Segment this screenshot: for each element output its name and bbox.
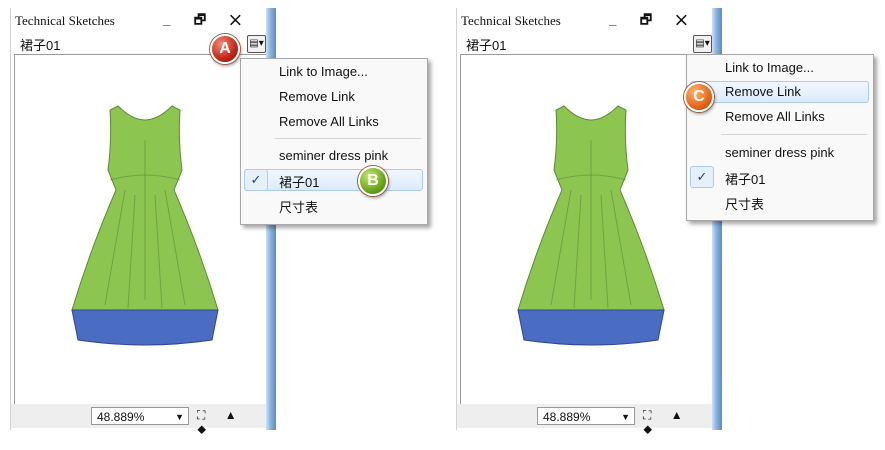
checkmark-icon: ✓ bbox=[244, 169, 268, 191]
chevron-down-icon: ▼ bbox=[621, 412, 630, 422]
panel-frame: Technical Sketches _ 🗗 ✕ 裙子01 ▤▾ 48.889%… bbox=[456, 8, 714, 437]
panel-dropdown-menu: Link to Image... Remove Link Remove All … bbox=[240, 58, 428, 225]
zoom-value: 48.889% bbox=[543, 410, 591, 424]
panel-dropdown-menu: Link to Image... Remove Link Remove All … bbox=[686, 54, 874, 221]
current-image-name: 裙子01 bbox=[466, 38, 507, 53]
zoom-select[interactable]: 48.889% ▼ bbox=[91, 407, 189, 425]
panel-frame: Technical Sketches _ 🗗 ✕ 裙子01 ▤▾ 48.889%… bbox=[10, 8, 268, 437]
view-tool-icons[interactable]: ⛶ ▲ ◆ bbox=[197, 408, 267, 438]
panel-menu-button[interactable]: ▤▾ bbox=[247, 35, 266, 53]
menu-item-seminer-dress-pink[interactable]: seminer dress pink bbox=[279, 148, 388, 163]
menu-highlight bbox=[244, 169, 423, 191]
callout-badge-a: A bbox=[210, 34, 240, 64]
menu-separator bbox=[721, 134, 867, 135]
chevron-down-icon: ▼ bbox=[175, 412, 184, 422]
menu-item-seminer-dress-pink[interactable]: seminer dress pink bbox=[725, 145, 834, 160]
current-image-name: 裙子01 bbox=[20, 38, 61, 53]
view-tool-icons[interactable]: ⛶ ▲ ◆ bbox=[643, 408, 713, 438]
menu-item-link-to-image[interactable]: Link to Image... bbox=[279, 64, 368, 79]
menu-item-remove-all-links[interactable]: Remove All Links bbox=[279, 114, 379, 129]
menu-item-remove-link[interactable]: Remove Link bbox=[279, 89, 355, 104]
panel-menu-button[interactable]: ▤▾ bbox=[693, 35, 712, 53]
menu-item-size-chart[interactable]: 尺寸表 bbox=[279, 197, 318, 216]
menu-item-size-chart[interactable]: 尺寸表 bbox=[725, 194, 764, 213]
status-bar: 48.889% ▼ ⛶ ▲ ◆ bbox=[11, 404, 267, 437]
status-bar: 48.889% ▼ ⛶ ▲ ◆ bbox=[457, 404, 713, 437]
panel-title: Technical Sketches bbox=[461, 13, 561, 28]
menu-item-link-to-image[interactable]: Link to Image... bbox=[725, 60, 814, 75]
callout-badge-b: B bbox=[358, 166, 388, 196]
zoom-select[interactable]: 48.889% ▼ bbox=[537, 407, 635, 425]
window-buttons[interactable]: _ 🗗 ✕ bbox=[609, 11, 697, 33]
image-canvas bbox=[14, 54, 268, 406]
menu-separator bbox=[275, 138, 421, 139]
window-buttons[interactable]: _ 🗗 ✕ bbox=[163, 11, 251, 33]
image-canvas bbox=[460, 54, 714, 406]
callout-badge-c: C bbox=[684, 82, 714, 112]
menu-item-remove-link[interactable]: Remove Link bbox=[725, 84, 801, 99]
zoom-value: 48.889% bbox=[97, 410, 145, 424]
technical-sketches-panel-right: Technical Sketches _ 🗗 ✕ 裙子01 ▤▾ 48.889%… bbox=[456, 8, 874, 437]
menu-item-skirt-01[interactable]: 裙子01 bbox=[279, 172, 319, 191]
dress-sketch-image bbox=[71, 105, 219, 346]
menu-item-remove-all-links[interactable]: Remove All Links bbox=[725, 109, 825, 124]
checkmark-icon: ✓ bbox=[690, 166, 714, 188]
dress-sketch-image bbox=[517, 105, 665, 346]
technical-sketches-panel-left: Technical Sketches _ 🗗 ✕ 裙子01 ▤▾ 48.889%… bbox=[10, 8, 428, 437]
panel-title: Technical Sketches bbox=[15, 13, 115, 28]
menu-item-skirt-01[interactable]: 裙子01 bbox=[725, 169, 765, 188]
